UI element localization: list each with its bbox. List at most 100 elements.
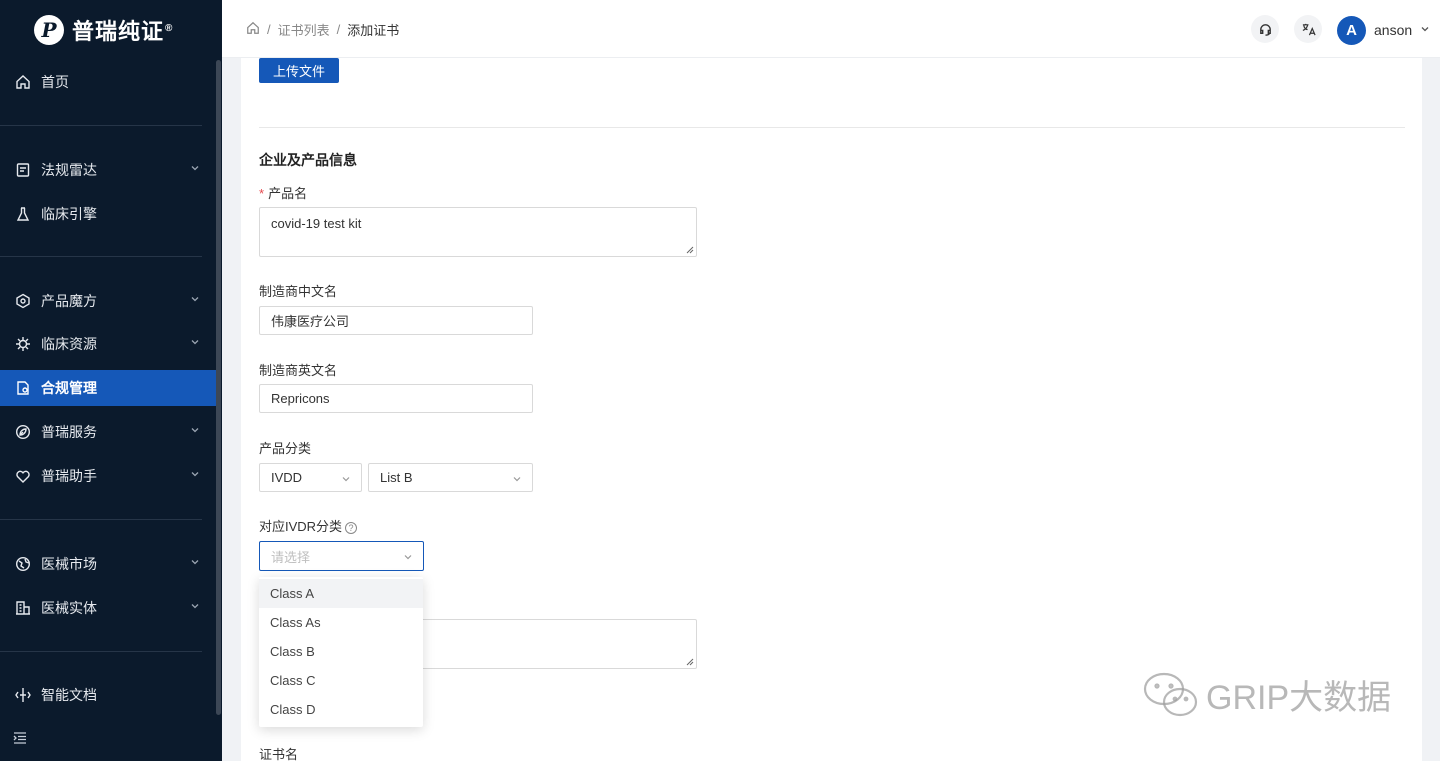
- category-select-primary[interactable]: IVDD: [259, 463, 362, 492]
- section-title: 企业及产品信息: [259, 152, 357, 168]
- avatar[interactable]: A: [1337, 16, 1366, 45]
- chevron-down-icon[interactable]: [1420, 24, 1430, 34]
- category-select-primary-value: IVDD: [271, 470, 303, 485]
- upload-file-button[interactable]: 上传文件: [259, 58, 339, 83]
- sidebar-divider: [0, 651, 202, 652]
- brand-logo[interactable]: P 普瑞纯证®: [34, 14, 173, 46]
- sidebar-item-device-entity[interactable]: 医械实体: [0, 590, 216, 626]
- home-icon: [14, 73, 32, 91]
- product-name-value: covid-19 test kit: [271, 216, 362, 231]
- ivdr-class-label-text: 对应IVDR分类: [259, 519, 343, 534]
- leaf-icon: [14, 423, 32, 441]
- home-icon[interactable]: [246, 21, 260, 38]
- registered-mark: ®: [165, 22, 174, 34]
- sidebar-item-prui-assistant[interactable]: 普瑞助手: [0, 458, 216, 494]
- sidebar-item-product-cube[interactable]: 产品魔方: [0, 283, 216, 319]
- sidebar-item-label: 产品魔方: [41, 293, 97, 309]
- regulation-radar-icon: [14, 161, 32, 179]
- flask-icon: [14, 205, 32, 223]
- translate-icon: [1302, 23, 1316, 35]
- product-category-label: 产品分类: [259, 441, 312, 456]
- chevron-down-icon: [191, 472, 199, 477]
- support-headset-button[interactable]: [1251, 15, 1279, 43]
- sidebar-item-label: 智能文档: [41, 687, 97, 703]
- sidebar-item-regulation-radar[interactable]: 法规雷达: [0, 152, 216, 188]
- manufacturer-cn-input[interactable]: 伟康医疗公司: [259, 306, 533, 335]
- section-divider: [259, 127, 1405, 128]
- top-header: / 证书列表 / 添加证书 A anson: [222, 0, 1440, 58]
- sidebar-scrollbar[interactable]: [216, 60, 221, 715]
- manufacturer-cn-label: 制造商中文名: [259, 284, 338, 299]
- breadcrumb-cert-list[interactable]: 证书列表: [278, 20, 330, 39]
- dropdown-option[interactable]: Class C: [259, 666, 423, 695]
- compliance-doc-icon: [14, 379, 32, 397]
- manufacturer-cn-value: 伟康医疗公司: [271, 314, 350, 329]
- dropdown-option[interactable]: Class A: [259, 579, 423, 608]
- heart-hand-icon: [14, 467, 32, 485]
- sidebar-item-label: 临床引擎: [41, 206, 97, 222]
- ivdr-class-dropdown: Class A Class As Class B Class C Class D: [259, 577, 423, 727]
- headset-icon: [1259, 23, 1271, 36]
- sidebar-item-home[interactable]: 首页: [0, 64, 216, 100]
- breadcrumb: / 证书列表 / 添加证书: [246, 20, 399, 39]
- sidebar-item-label: 普瑞服务: [41, 424, 97, 440]
- sidebar-item-label: 普瑞助手: [41, 468, 97, 484]
- wechat-icon: [1143, 672, 1198, 716]
- breadcrumb-current: 添加证书: [347, 23, 400, 38]
- breadcrumb-separator: /: [267, 22, 271, 37]
- chevron-down-icon: [513, 477, 521, 482]
- sidebar: P 普瑞纯证® 首页 法规雷达 临床引擎 产品魔方 临床资源 合规管理 普瑞服务…: [0, 0, 222, 761]
- sidebar-item-device-market[interactable]: 医械市场: [0, 546, 216, 582]
- watermark-text: GRIP大数据: [1206, 679, 1392, 717]
- virus-icon: [14, 335, 32, 353]
- dropdown-option[interactable]: Class D: [259, 695, 423, 724]
- sidebar-divider: [0, 519, 202, 520]
- cube-icon: [14, 292, 32, 310]
- brand-logo-mark: P: [34, 15, 64, 45]
- breadcrumb-separator: /: [336, 22, 341, 37]
- chevron-down-icon: [404, 555, 412, 560]
- category-select-secondary[interactable]: List B: [368, 463, 533, 492]
- sidebar-item-smart-docs[interactable]: 智能文档: [0, 677, 216, 713]
- language-button[interactable]: [1294, 15, 1322, 43]
- watermark: GRIP大数据: [1142, 670, 1391, 719]
- user-name[interactable]: anson: [1374, 22, 1412, 38]
- brand-name: 普瑞纯证: [72, 19, 165, 44]
- chevron-down-icon: [342, 477, 350, 482]
- ivdr-class-select[interactable]: 请选择: [259, 541, 424, 571]
- resize-handle-icon[interactable]: [686, 246, 694, 254]
- help-icon[interactable]: ?: [345, 521, 358, 534]
- manufacturer-en-value: Repricons: [271, 391, 330, 406]
- sidebar-item-prui-service[interactable]: 普瑞服务: [0, 414, 216, 450]
- chevron-down-icon: [191, 560, 199, 565]
- ivdr-class-placeholder: 请选择: [271, 549, 311, 565]
- sidebar-item-label: 临床资源: [41, 336, 97, 352]
- product-name-textarea[interactable]: covid-19 test kit: [259, 207, 697, 257]
- dropdown-option[interactable]: Class B: [259, 637, 423, 666]
- sidebar-item-label: 首页: [41, 74, 69, 90]
- resize-handle-icon[interactable]: [686, 658, 694, 666]
- chevron-down-icon: [191, 428, 199, 433]
- manufacturer-en-label: 制造商英文名: [259, 363, 338, 378]
- sidebar-item-label: 医械市场: [41, 556, 97, 572]
- sidebar-item-label: 合规管理: [41, 380, 97, 396]
- sidebar-item-compliance[interactable]: 合规管理: [0, 370, 216, 406]
- dropdown-option[interactable]: Class As: [259, 608, 423, 637]
- product-name-label: * 产品名: [259, 183, 307, 202]
- required-marker: *: [259, 186, 265, 201]
- category-select-secondary-value: List B: [380, 470, 413, 485]
- collapse-menu-icon[interactable]: [13, 731, 27, 748]
- globe-icon: [14, 555, 32, 573]
- chevron-down-icon: [191, 340, 199, 345]
- manufacturer-en-input[interactable]: Repricons: [259, 384, 533, 413]
- ivdr-class-label: 对应IVDR分类?: [259, 516, 358, 535]
- sidebar-item-label: 医械实体: [41, 600, 97, 616]
- sidebar-item-clinical-resources[interactable]: 临床资源: [0, 326, 216, 362]
- sidebar-item-clinical-engine[interactable]: 临床引擎: [0, 196, 216, 232]
- product-name-label-text: 产品名: [268, 186, 308, 201]
- sidebar-divider: [0, 256, 202, 257]
- building-icon: [14, 599, 32, 617]
- smart-doc-icon: [14, 686, 32, 704]
- sidebar-divider: [0, 125, 202, 126]
- sidebar-item-label: 法规雷达: [41, 162, 97, 178]
